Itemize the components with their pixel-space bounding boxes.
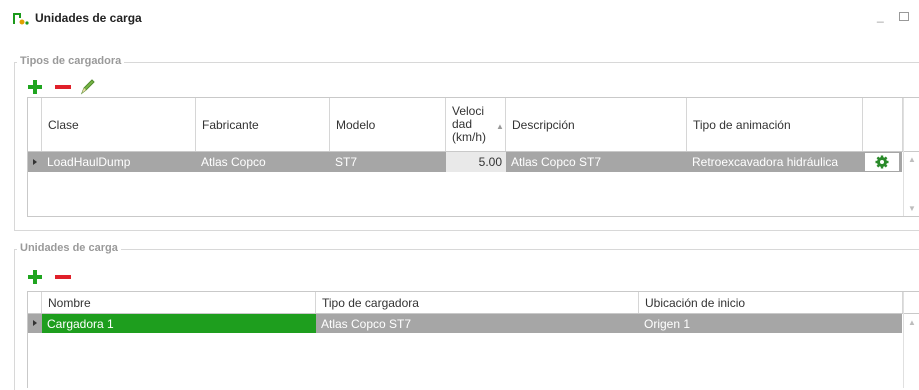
column-header-fabricante[interactable]: Fabricante (196, 98, 330, 151)
configure-animation-button[interactable] (865, 153, 899, 171)
loader-types-grid: Clase Fabricante Modelo Veloci dad (km/h… (27, 97, 919, 217)
sort-ascending-icon: ▲ (496, 122, 504, 131)
cell-modelo[interactable]: ST7 (330, 152, 446, 172)
minus-icon (55, 85, 71, 89)
cell-clase[interactable]: LoadHaulDump (42, 152, 196, 172)
load-units-header: Nombre Tipo de cargadora Ubicación de in… (28, 292, 919, 314)
cell-tipo-animacion[interactable]: Retroexcavadora hidráulica (687, 152, 863, 172)
cell-velocidad[interactable]: 5.00 (446, 152, 506, 172)
load-units-grid: Nombre Tipo de cargadora Ubicación de in… (27, 291, 919, 388)
add-load-unit-button[interactable] (28, 270, 42, 284)
remove-loader-type-button[interactable] (55, 80, 71, 94)
title-bar: Unidades de carga _ (0, 0, 919, 34)
scroll-up-icon[interactable]: ▲ (908, 155, 916, 164)
scroll-up-icon[interactable]: ▲ (908, 318, 916, 327)
app-icon (13, 13, 29, 25)
remove-load-unit-button[interactable] (55, 270, 71, 284)
row-indicator-icon (33, 320, 37, 326)
loader-types-header: Clase Fabricante Modelo Veloci dad (km/h… (28, 98, 919, 152)
loader-types-group-label: Tipos de cargadora (17, 55, 125, 67)
column-header-ubicacion[interactable]: Ubicación de inicio (639, 292, 903, 313)
column-header-nombre[interactable]: Nombre (42, 292, 316, 313)
cell-descripcion[interactable]: Atlas Copco ST7 (506, 152, 687, 172)
cell-ubicacion[interactable]: Origen 1 (639, 314, 902, 333)
load-units-group-label: Unidades de carga (17, 242, 121, 254)
scroll-down-icon[interactable]: ▼ (908, 204, 916, 213)
maximize-button[interactable] (899, 12, 909, 21)
add-loader-type-button[interactable] (28, 80, 42, 94)
table-row[interactable]: LoadHaulDump Atlas Copco ST7 5.00 Atlas … (28, 152, 902, 172)
vertical-scrollbar[interactable]: ▲ (903, 292, 919, 388)
minus-icon (55, 275, 71, 279)
minimize-button[interactable]: _ (877, 9, 884, 23)
column-header-tipo-cargadora[interactable]: Tipo de cargadora (316, 292, 639, 313)
cell-fabricante[interactable]: Atlas Copco (196, 152, 330, 172)
column-header-modelo[interactable]: Modelo (330, 98, 446, 151)
column-header-tipo-animacion[interactable]: Tipo de animación (687, 98, 863, 151)
gear-icon (875, 155, 889, 169)
column-header-clase[interactable]: Clase (42, 98, 196, 151)
table-row[interactable]: Cargadora 1 Atlas Copco ST7 Origen 1 (28, 314, 902, 333)
cell-nombre[interactable]: Cargadora 1 (42, 314, 316, 333)
vertical-scrollbar[interactable]: ▲ ▼ (903, 98, 919, 216)
row-indicator-icon (33, 159, 37, 165)
window-title: Unidades de carga (35, 11, 142, 25)
column-header-descripcion[interactable]: Descripción (506, 98, 687, 151)
edit-pencil-icon[interactable] (80, 78, 96, 95)
cell-tipo-cargadora[interactable]: Atlas Copco ST7 (316, 314, 639, 333)
